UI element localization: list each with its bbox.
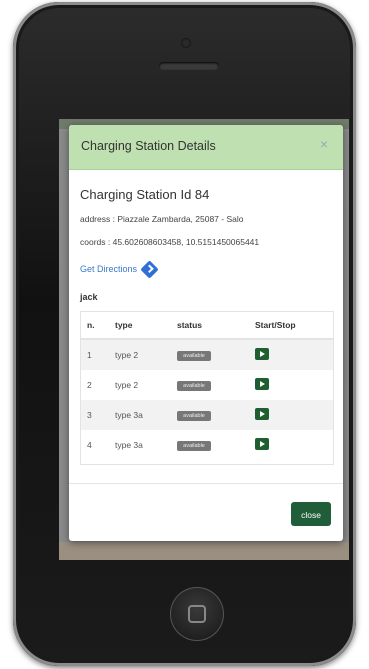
- close-button[interactable]: close: [291, 502, 331, 526]
- jack-label: jack: [80, 292, 98, 302]
- row-number: 1: [81, 339, 109, 370]
- column-header-status: status: [171, 312, 249, 340]
- start-stop-button[interactable]: [255, 378, 269, 390]
- station-coords: coords : 45.602608603458, 10.51514500654…: [80, 237, 260, 247]
- status-badge: available: [177, 351, 211, 361]
- start-stop-button[interactable]: [255, 408, 269, 420]
- start-stop-button[interactable]: [255, 438, 269, 450]
- table-row: 4 type 3a available: [81, 430, 333, 460]
- column-header-start-stop: Start/Stop: [249, 312, 333, 340]
- row-number: 4: [87, 440, 92, 450]
- phone-frame: Charging Station Details × Charging Stat…: [13, 2, 356, 666]
- modal-footer-divider: [69, 483, 343, 484]
- map-background-bottom: [59, 542, 349, 560]
- station-title: Charging Station Id 84: [80, 187, 210, 202]
- table-row: 3 type 3a available: [81, 400, 333, 430]
- row-type: type 3a: [109, 400, 171, 430]
- row-type: type 3a: [115, 440, 143, 450]
- row-number: 2: [87, 380, 92, 390]
- home-button[interactable]: [170, 587, 224, 641]
- phone-screen: Charging Station Details × Charging Stat…: [59, 119, 349, 560]
- start-stop-button[interactable]: [255, 348, 269, 360]
- table-row: 1 type 2 available: [81, 339, 333, 370]
- modal-title: Charging Station Details: [81, 139, 216, 153]
- home-icon: [188, 605, 206, 623]
- status-badge: available: [177, 411, 211, 421]
- directions-icon[interactable]: [140, 259, 159, 279]
- station-address: address : Piazzale Zambarda, 25087 - Sal…: [80, 214, 244, 224]
- modal-header: Charging Station Details ×: [69, 125, 343, 170]
- station-details-modal: Charging Station Details × Charging Stat…: [69, 125, 343, 541]
- row-number: 3: [81, 400, 109, 430]
- status-badge: available: [177, 381, 211, 391]
- row-type: type 2: [109, 339, 171, 370]
- table-row: 2 type 2 available: [81, 370, 333, 400]
- row-type: type 2: [115, 380, 139, 390]
- get-directions-label[interactable]: Get Directions: [80, 264, 137, 274]
- column-header-n: n.: [81, 312, 109, 340]
- close-icon[interactable]: ×: [315, 135, 333, 153]
- status-badge: available: [177, 441, 211, 451]
- column-header-type: type: [109, 312, 171, 340]
- get-directions-link[interactable]: Get Directions: [80, 259, 159, 279]
- speaker-grille: [159, 62, 219, 70]
- table-header-row: n. type status Start/Stop: [81, 312, 333, 340]
- jack-table: n. type status Start/Stop 1 type 2 avail…: [80, 311, 334, 465]
- camera-icon: [181, 38, 191, 48]
